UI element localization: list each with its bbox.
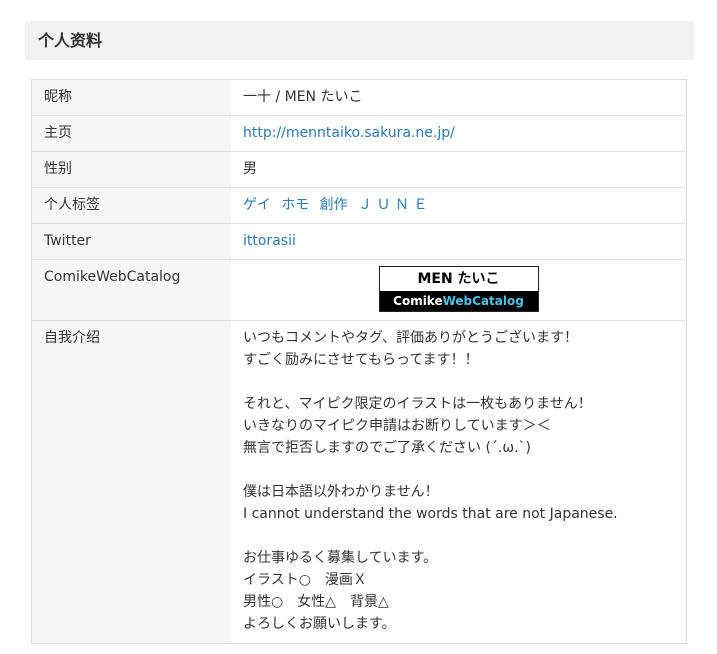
intro-line: いつもコメントやタグ、評価ありがとうございます！ (243, 330, 579, 346)
intro-line: I cannot understand the words that are n… (243, 506, 618, 522)
intro-line: イラスト○ 漫画Ｘ (243, 572, 367, 588)
intro-line: いきなりのマイピク申請はお断りしています＞＜ (243, 418, 551, 434)
tag-link[interactable]: Ｊ Ｕ Ｎ Ｅ (358, 197, 427, 213)
nickname-label: 昵称 (32, 80, 231, 115)
row-gender: 性别 男 (32, 152, 686, 188)
intro-line: 男性○ 女性△ 背景△ (243, 594, 389, 610)
profile-section-header: 个人资料 (25, 21, 694, 60)
row-intro: 自我介绍 いつもコメントやタグ、評価ありがとうございます！ すごく励みにさせても… (32, 321, 686, 643)
tag-link[interactable]: 創作 (320, 197, 348, 213)
row-tags: 个人标签 ゲイ ホモ 創作 Ｊ Ｕ Ｎ Ｅ (32, 188, 686, 224)
intro-line: 僕は日本語以外わかりません！ (243, 484, 439, 500)
intro-line: それと、マイピク限定のイラストは一枚もありません！ (243, 396, 592, 412)
catalog-brand: ComikeWebCatalog (379, 291, 538, 311)
intro-line (243, 371, 674, 393)
intro-line: お仕事ゆるく募集しています。 (243, 550, 438, 566)
row-twitter: Twitter ittorasii (32, 224, 686, 260)
twitter-label: Twitter (32, 224, 231, 259)
tag-link[interactable]: ホモ (281, 197, 309, 213)
intro-line: すごく励みにさせてもらってます！！ (243, 352, 479, 368)
comike-catalog-badge[interactable]: MEN たいこ ComikeWebCatalog (378, 266, 539, 312)
gender-value: 男 (243, 161, 257, 177)
nickname-value: 一十 / MEN たいこ (243, 89, 363, 105)
intro-label: 自我介绍 (32, 321, 231, 643)
gender-label: 性别 (32, 152, 231, 187)
catalog-label: ComikeWebCatalog (32, 260, 231, 320)
intro-line (243, 525, 674, 547)
row-catalog: ComikeWebCatalog MEN たいこ ComikeWebCatalo… (32, 260, 686, 321)
twitter-link[interactable]: ittorasii (243, 233, 296, 249)
tags-list: ゲイ ホモ 創作 Ｊ Ｕ Ｎ Ｅ (231, 188, 686, 223)
row-nickname: 昵称 一十 / MEN たいこ (32, 80, 686, 116)
section-title: 个人资料 (38, 31, 103, 50)
catalog-brand-part2: WebCatalog (442, 294, 524, 308)
intro-line: 無言で拒否しますのでご了承ください (´.ω.`) (243, 440, 531, 456)
homepage-link[interactable]: http://menntaiko.sakura.ne.jp/ (243, 125, 455, 141)
intro-line: よろしくお願いします。 (243, 616, 396, 632)
tag-link[interactable]: ゲイ (243, 197, 271, 213)
profile-table: 昵称 一十 / MEN たいこ 主页 http://menntaiko.saku… (31, 79, 687, 644)
row-homepage: 主页 http://menntaiko.sakura.ne.jp/ (32, 116, 686, 152)
intro-text: いつもコメントやタグ、評価ありがとうございます！ すごく励みにさせてもらってます… (231, 321, 686, 643)
catalog-circle-name: MEN たいこ (379, 267, 538, 291)
homepage-label: 主页 (32, 116, 231, 151)
catalog-brand-part1: Comike (393, 294, 443, 308)
intro-line (243, 459, 674, 481)
tags-label: 个人标签 (32, 188, 231, 223)
